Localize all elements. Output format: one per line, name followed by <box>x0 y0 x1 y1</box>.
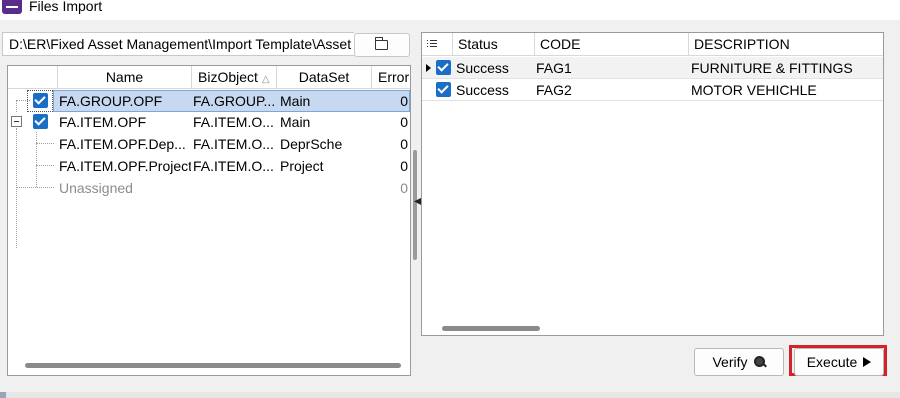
tree-cell-bizobject: FA.ITEM.O... <box>193 114 274 130</box>
records-grid: Status CODE DESCRIPTION Success FAG1 FUR… <box>421 32 884 336</box>
status-strip-mark <box>0 392 6 398</box>
tree-header: Name BizObject △ DataSet Error <box>8 66 410 89</box>
tree-cell-name: FA.ITEM.OPF.Dep... <box>59 136 186 152</box>
browse-folder-button[interactable] <box>354 33 410 57</box>
column-header-bizobject-label: BizObject <box>198 69 258 85</box>
list-menu-icon <box>427 39 437 49</box>
tree-cell-bizobject: FA.GROUP... <box>193 93 275 109</box>
tree-cell-error: 0 <box>400 158 408 174</box>
execute-button[interactable]: Execute <box>794 348 884 376</box>
column-header-dataset-label: DataSet <box>298 69 350 85</box>
column-header-status-label: Status <box>458 36 498 52</box>
tree-cell-name: FA.GROUP.OPF <box>59 93 163 109</box>
verify-button-label: Verify <box>712 354 748 370</box>
tree-cell-bizobject: FA.ITEM.O... <box>193 158 274 174</box>
column-header-description-label: DESCRIPTION <box>694 36 790 52</box>
sort-ascending-icon: △ <box>261 74 270 85</box>
tree-row[interactable]: FA.ITEM.OPF.Project FA.ITEM.O... Project… <box>8 155 410 177</box>
tree-cell-name: FA.ITEM.OPF <box>59 114 147 130</box>
column-header-description[interactable]: DESCRIPTION <box>688 33 883 56</box>
tree-header-blank <box>8 66 57 89</box>
grid-cell-description: MOTOR VEHICHLE <box>691 82 817 98</box>
tree-row[interactable]: FA.ITEM.OPF.Dep... FA.ITEM.O... DeprSche… <box>8 133 410 155</box>
column-header-code-label: CODE <box>540 36 581 52</box>
tree-cell-dataset: Main <box>280 93 311 109</box>
column-header-name[interactable]: Name <box>57 66 191 89</box>
column-header-error[interactable]: Error <box>371 66 410 89</box>
tree-cell-error: 0 <box>400 93 408 109</box>
horizontal-scrollbar[interactable] <box>442 326 540 331</box>
collapse-icon[interactable] <box>11 116 22 127</box>
column-header-name-label: Name <box>105 69 144 85</box>
tree-row[interactable]: FA.GROUP.OPF FA.GROUP... Main 0 <box>8 90 410 112</box>
tree-cell-name: FA.ITEM.OPF.Project <box>59 158 191 174</box>
tree-cell-error: 0 <box>400 136 408 152</box>
grid-row[interactable]: Success FAG2 MOTOR VEHICHLE <box>422 79 883 101</box>
file-path-input[interactable]: D:\ER\Fixed Asset Management\Import Temp… <box>2 32 354 56</box>
title-bar: Files Import <box>0 0 900 20</box>
tree-row[interactable]: Unassigned 0 <box>8 177 410 199</box>
tree-cell-bizobject: FA.ITEM.O... <box>193 136 274 152</box>
folder-open-icon <box>374 37 388 50</box>
column-chooser-button[interactable] <box>422 33 452 56</box>
play-icon <box>863 357 872 367</box>
row-checkbox[interactable] <box>33 93 48 108</box>
grid-header: Status CODE DESCRIPTION <box>422 33 883 56</box>
file-tree-panel: Name BizObject △ DataSet Error FA.GROUP.O… <box>7 65 411 376</box>
verify-button[interactable]: Verify <box>694 348 784 376</box>
tree-cell-error: 0 <box>400 114 408 130</box>
row-checkbox[interactable] <box>436 82 451 97</box>
tree-cell-name: Unassigned <box>59 180 133 196</box>
grid-cell-status: Success <box>456 60 509 76</box>
grid-row[interactable]: Success FAG1 FURNITURE & FITTINGS <box>422 57 883 79</box>
window-title: Files Import <box>29 0 103 14</box>
column-header-status[interactable]: Status <box>452 33 534 56</box>
grid-cell-code: FAG2 <box>536 82 572 98</box>
horizontal-scrollbar[interactable] <box>25 363 401 368</box>
column-header-bizobject[interactable]: BizObject △ <box>191 66 276 89</box>
tree-cell-dataset: DeprSche <box>280 136 343 152</box>
execute-button-label: Execute <box>806 354 858 370</box>
grid-cell-code: FAG1 <box>536 60 572 76</box>
tree-row[interactable]: FA.ITEM.OPF FA.ITEM.O... Main 0 <box>8 111 410 133</box>
row-checkbox[interactable] <box>436 60 451 75</box>
column-header-code[interactable]: CODE <box>534 33 688 56</box>
magnifier-icon <box>753 356 766 368</box>
tree-cell-dataset: Project <box>280 158 324 174</box>
row-checkbox[interactable] <box>33 114 48 129</box>
tree-cell-dataset: Main <box>280 114 311 130</box>
grid-cell-description: FURNITURE & FITTINGS <box>691 60 853 76</box>
status-strip <box>0 392 900 398</box>
grid-cell-status: Success <box>456 82 509 98</box>
tree-cell-error: 0 <box>400 180 408 196</box>
app-logo-icon <box>2 0 22 14</box>
current-row-indicator-icon <box>426 64 431 72</box>
column-header-error-label: Error <box>378 69 410 85</box>
column-header-dataset[interactable]: DataSet <box>276 66 371 89</box>
